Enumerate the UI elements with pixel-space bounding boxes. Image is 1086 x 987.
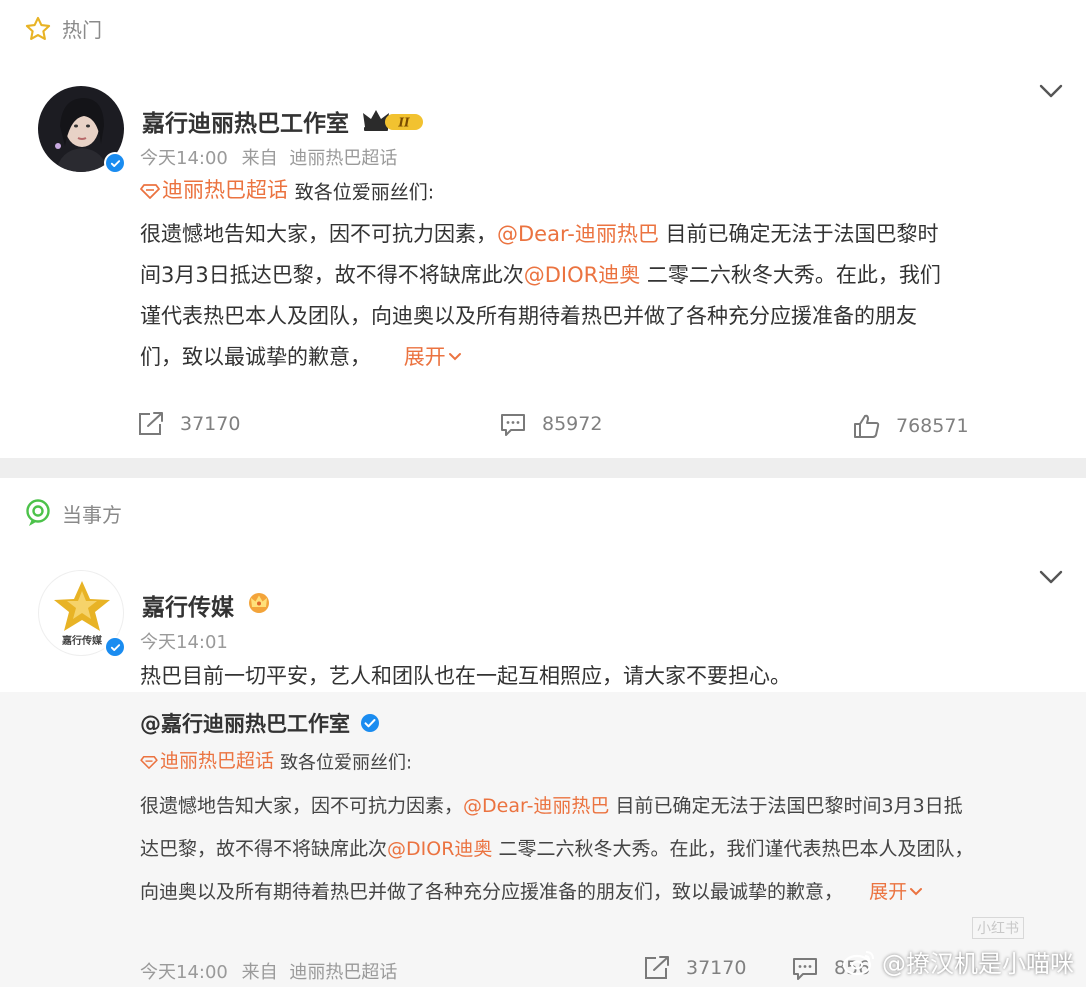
like-button[interactable]: 768571 <box>852 412 969 440</box>
repost-count: 37170 <box>180 413 241 435</box>
repost-line-3: 向迪奥以及所有期待着热巴并做了各种充分应援准备的朋友们，致以最诚挚的歉意， 展开 <box>140 871 1060 914</box>
username[interactable]: 嘉行传媒 <box>142 588 234 622</box>
watermark-text: @撩汉机是小喵咪 <box>882 950 1074 978</box>
chevron-down-icon <box>448 353 461 361</box>
watermark-small: 小红书 <box>972 917 1024 939</box>
repost-button[interactable]: 37170 <box>642 954 746 982</box>
repost-time[interactable]: 今天14:00 <box>140 962 228 983</box>
verified-badge-icon <box>360 713 380 733</box>
section-header-party: 当事方 <box>24 498 122 528</box>
content-line-3: 谨代表热巴本人及团队，向迪奥以及所有期待着热巴并做了各种充分应援准备的朋友 <box>140 303 917 328</box>
comment-button[interactable]: 85972 <box>498 410 602 438</box>
comment-icon <box>501 414 525 436</box>
topic-link[interactable]: 迪丽热巴超话 <box>140 170 288 211</box>
chevron-down-icon[interactable] <box>1038 568 1064 590</box>
content-intro: 致各位爱丽丝们: <box>294 181 435 204</box>
mention-dior[interactable]: @DIOR迪奥 <box>387 838 492 860</box>
content-line-4: 们，致以最诚挚的歉意， 展开 <box>140 337 1060 378</box>
repost-line-1: 很遗憾地告知大家，因不可抗力因素，@Dear-迪丽热巴 目前已确定无法于法国巴黎… <box>140 794 963 817</box>
topic-link[interactable]: 迪丽热巴超话 <box>140 740 274 783</box>
repost-content: 迪丽热巴超话 致各位爱丽丝们: 很遗憾地告知大家，因不可抗力因素，@Dear-迪… <box>140 740 1060 914</box>
username[interactable]: 嘉行迪丽热巴工作室 <box>142 104 349 138</box>
post-meta: 今天14:01 <box>140 628 228 654</box>
repost-intro: 致各位爱丽丝们: <box>280 752 413 774</box>
comment-icon <box>793 958 817 980</box>
expand-button[interactable]: 展开 <box>869 871 923 914</box>
post-card-party: 当事方 嘉行传媒 嘉行传媒 今天14:01 热巴目前一切平安，艺人和团队也在一起… <box>0 478 1086 987</box>
repost-line-2: 达巴黎，故不得不将缺席此次@DIOR迪奥 二零二六秋冬大秀。在此，我们谨代表热巴… <box>140 837 974 860</box>
post-card-hot: 热门 嘉行迪丽热巴工作室 II 今天14:00 来自 迪丽热巴超话 迪丽热巴超话… <box>0 0 1086 458</box>
star-outline-icon <box>24 15 52 43</box>
thumbs-up-icon <box>854 414 880 438</box>
section-label: 当事方 <box>62 502 122 527</box>
section-header-hot: 热门 <box>24 14 102 43</box>
crown-rank-badge-icon: II <box>361 107 425 135</box>
share-icon <box>645 956 669 979</box>
mention-dear-dilireba[interactable]: @Dear-迪丽热巴 <box>463 795 609 817</box>
source-prefix: 来自 <box>241 962 278 983</box>
svg-text:嘉行传媒: 嘉行传媒 <box>61 634 103 647</box>
section-label: 热门 <box>62 18 102 42</box>
content-line-1: 很遗憾地告知大家，因不可抗力因素，@Dear-迪丽热巴 目前已确定无法于法国巴黎… <box>140 221 939 246</box>
member-crown-icon <box>246 590 272 620</box>
source-link[interactable]: 迪丽热巴超话 <box>289 148 397 169</box>
location-pin-icon <box>24 498 52 528</box>
watermark: @撩汉机是小喵咪 <box>842 944 1074 979</box>
supertopic-icon <box>140 183 160 199</box>
mention-dear-dilireba[interactable]: @Dear-迪丽热巴 <box>497 222 659 246</box>
post-meta: 今天14:00 来自 迪丽热巴超话 <box>140 144 397 170</box>
post-time[interactable]: 今天14:01 <box>140 632 228 653</box>
source-prefix: 来自 <box>241 148 278 169</box>
avatar[interactable]: 嘉行传媒 <box>38 570 126 658</box>
svg-text:II: II <box>397 116 410 130</box>
verified-badge-icon <box>104 636 126 658</box>
username-link[interactable]: 嘉行迪丽热巴工作室 II <box>142 104 425 138</box>
share-icon <box>139 412 163 435</box>
verified-badge-icon <box>104 152 126 174</box>
content-intro-line: 迪丽热巴超话 致各位爱丽丝们: <box>140 170 1060 214</box>
expand-button[interactable]: 展开 <box>404 337 462 378</box>
chevron-down-icon[interactable] <box>1038 82 1064 104</box>
content-line-2: 间3月3日抵达巴黎，故不得不将缺席此次@DIOR迪奥 二零二六秋冬大秀。在此，我… <box>140 262 941 287</box>
repost-count: 37170 <box>686 957 747 979</box>
post-content: 热巴目前一切平安，艺人和团队也在一起互相照应，请大家不要担心。 <box>140 664 791 688</box>
comment-count: 85972 <box>542 413 603 435</box>
chevron-down-icon <box>910 888 923 896</box>
reposted-content[interactable]: @嘉行迪丽热巴工作室 迪丽热巴超话 致各位爱丽丝们: 很遗憾地告知大家，因不可抗… <box>0 692 1086 987</box>
repost-button[interactable]: 37170 <box>136 410 240 438</box>
post-time[interactable]: 今天14:00 <box>140 148 228 169</box>
username-link[interactable]: 嘉行传媒 <box>142 588 272 622</box>
repost-intro-line: 迪丽热巴超话 致各位爱丽丝们: <box>140 740 1060 785</box>
source-link[interactable]: 迪丽热巴超话 <box>289 962 397 983</box>
post-content: 迪丽热巴超话 致各位爱丽丝们: 很遗憾地告知大家，因不可抗力因素，@Dear-迪… <box>140 170 1060 378</box>
repost-username[interactable]: @嘉行迪丽热巴工作室 <box>140 708 350 738</box>
weibo-logo-icon <box>842 950 874 975</box>
supertopic-icon <box>140 755 158 769</box>
repost-username-link[interactable]: @嘉行迪丽热巴工作室 <box>140 708 380 738</box>
like-count: 768571 <box>896 415 969 437</box>
mention-dior[interactable]: @DIOR迪奥 <box>524 263 640 287</box>
repost-meta: 今天14:00 来自 迪丽热巴超话 <box>140 958 397 984</box>
avatar[interactable] <box>38 86 126 174</box>
